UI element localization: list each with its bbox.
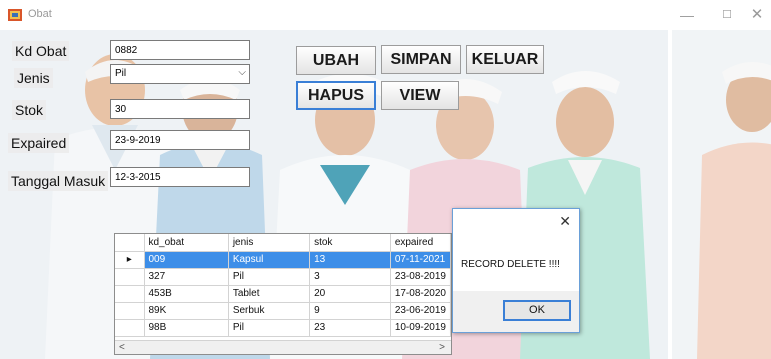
stok-input[interactable] [110,99,250,119]
table-row[interactable]: 98B Pil 23 10-09-2019 [115,319,451,337]
jenis-select-value: Pil [115,68,127,79]
table-cell[interactable]: 07-11-2021 [390,251,451,269]
grid-table: kd_obat jenis stok expaired ▸ 009 Kapsul… [115,234,451,337]
table-cell[interactable]: 89K [144,302,229,320]
keluar-button[interactable]: KELUAR [466,45,544,74]
column-header-stok[interactable]: stok [309,234,391,252]
table-row-selected[interactable]: ▸ 009 Kapsul 13 07-11-2021 [115,251,451,269]
table-cell[interactable]: Pil [228,268,311,286]
label-kd-obat: Kd Obat [12,41,70,61]
ubah-button[interactable]: UBAH [296,46,376,75]
dialog-message: RECORD DELETE !!!! [461,259,560,270]
title-bar: Obat — ☐ ✕ [0,0,771,30]
horizontal-scrollbar[interactable]: < > [115,340,451,354]
label-stok: Stok [12,100,47,120]
column-header-expaired[interactable]: expaired [390,234,451,252]
table-cell[interactable]: 327 [144,268,229,286]
view-button[interactable]: VIEW [381,81,459,110]
table-cell[interactable]: 23-08-2019 [390,268,451,286]
nurse-background-right [697,62,771,359]
table-cell[interactable]: Serbuk [228,302,311,320]
jenis-select[interactable]: Pil ⌵ [110,64,250,84]
table-cell[interactable]: 23-06-2019 [390,302,451,320]
ok-button[interactable]: OK [503,300,571,321]
table-cell[interactable]: 13 [309,251,391,269]
app-window: Obat — ☐ ✕ Kd Obat 0882 Jenis Pil ⌵ Stok… [0,0,771,359]
scroll-left-icon[interactable]: < [119,341,125,354]
table-row[interactable]: 453B Tablet 20 17-08-2020 [115,285,451,303]
label-jenis: Jenis [14,68,53,88]
grid-corner [115,234,145,252]
minimize-button[interactable]: — [667,0,707,30]
table-cell[interactable]: 23 [309,319,391,337]
table-cell[interactable]: 98B [144,319,229,337]
background-image-right [672,30,771,359]
scroll-right-icon[interactable]: > [439,341,445,354]
tanggal-masuk-input[interactable] [110,167,250,187]
close-button[interactable]: ✕ [737,0,771,30]
message-box-dialog: ✕ RECORD DELETE !!!! OK [452,208,580,333]
table-cell[interactable]: 20 [309,285,391,303]
table-cell[interactable]: 3 [309,268,391,286]
kd-obat-input[interactable] [110,40,250,60]
grid-header-row: kd_obat jenis stok expaired [115,234,451,252]
row-header[interactable] [115,302,145,320]
chevron-down-icon: ⌵ [238,67,246,78]
column-header-kd-obat[interactable]: kd_obat [144,234,229,252]
row-header[interactable] [115,319,145,337]
table-cell[interactable]: 17-08-2020 [390,285,451,303]
label-tanggal-masuk: Tanggal Masuk [8,171,109,191]
expaired-input[interactable] [110,130,250,150]
table-row[interactable]: 327 Pil 3 23-08-2019 [115,268,451,286]
table-cell[interactable]: 453B [144,285,229,303]
table-cell[interactable]: Pil [228,319,311,337]
dialog-close-icon[interactable]: ✕ [559,213,571,230]
hapus-button[interactable]: HAPUS [296,81,376,110]
table-cell[interactable]: Tablet [228,285,311,303]
table-cell[interactable]: 9 [309,302,391,320]
row-selector-icon[interactable]: ▸ [115,251,145,269]
row-header[interactable] [115,268,145,286]
form-background: Kd Obat Jenis Pil ⌵ Stok Expaired Tangga… [0,30,668,359]
simpan-button[interactable]: SIMPAN [381,45,461,74]
row-header[interactable] [115,285,145,303]
column-header-jenis[interactable]: jenis [228,234,311,252]
dialog-footer: OK [453,291,579,332]
data-grid[interactable]: kd_obat jenis stok expaired ▸ 009 Kapsul… [114,233,452,355]
table-cell[interactable]: 009 [144,251,229,269]
table-cell[interactable]: 10-09-2019 [390,319,451,337]
label-expaired: Expaired [8,133,70,153]
window-title: Obat [28,8,52,20]
table-cell[interactable]: Kapsul [228,251,311,269]
table-row[interactable]: 89K Serbuk 9 23-06-2019 [115,302,451,320]
app-icon [8,9,22,21]
